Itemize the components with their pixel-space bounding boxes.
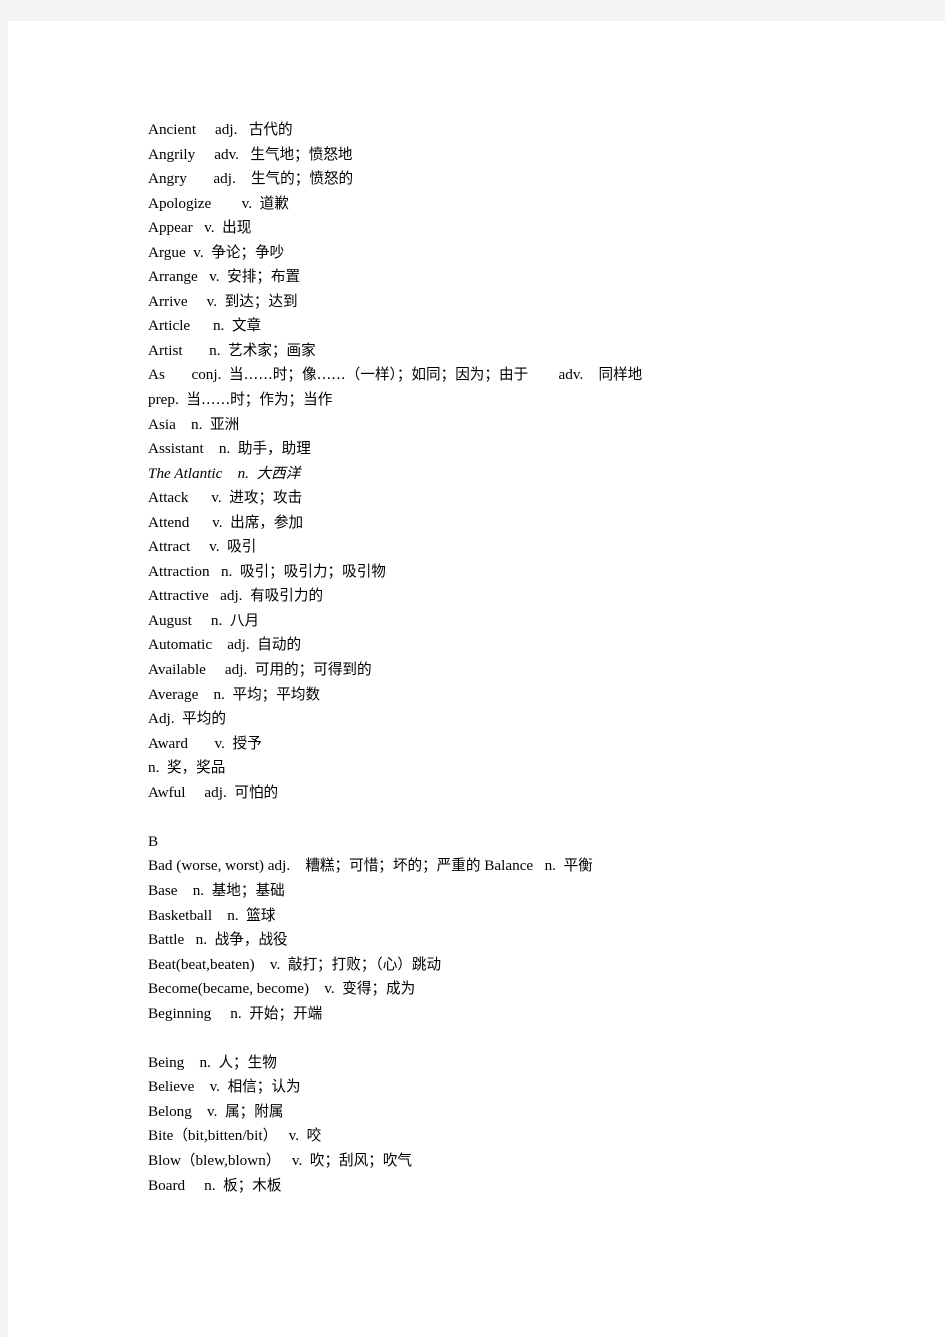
chinese-gloss: 奖，奖品 bbox=[166, 759, 226, 777]
glossary-entry: Attractive adj. 有吸引力的 bbox=[148, 587, 324, 605]
chinese-gloss: 吹；刮风；吹气 bbox=[309, 1151, 413, 1169]
chinese-gloss: 平均；平均数 bbox=[232, 685, 321, 703]
glossary-entry: Available adj. 可用的；可得到的 bbox=[148, 661, 372, 679]
glossary-entry: Apologize v. 道歉 bbox=[148, 194, 289, 212]
chinese-gloss: 当……时；像……（一样）；如同；因为；由于 bbox=[229, 366, 529, 384]
glossary-entry: Believe v. 相信；认为 bbox=[148, 1078, 301, 1096]
glossary-entry: Automatic adj. 自动的 bbox=[148, 636, 302, 654]
chinese-gloss: （ bbox=[180, 1151, 196, 1169]
chinese-gloss: 助手，助理 bbox=[237, 440, 311, 458]
glossary-entry: August n. 八月 bbox=[148, 611, 260, 629]
glossary-entry: Assistant n. 助手，助理 bbox=[148, 440, 311, 458]
chinese-gloss: 篮球 bbox=[246, 906, 276, 924]
glossary-entry: Battle n. 战争，战役 bbox=[148, 931, 288, 949]
chinese-gloss: 吸引；吸引力；吸引物 bbox=[239, 562, 386, 580]
chinese-gloss: ） bbox=[265, 1151, 281, 1169]
glossary-entry: Belong v. 属；附属 bbox=[148, 1102, 284, 1120]
glossary-entry: Bad (worse, worst) adj. 糟糕；可惜；坏的；严重的 Bal… bbox=[148, 857, 593, 875]
glossary-entry: Attraction n. 吸引；吸引力；吸引物 bbox=[148, 562, 386, 580]
glossary-entry: Asia n. 亚洲 bbox=[148, 415, 240, 433]
glossary-entry: Beat(beat,beaten) v. 敲打；打败；（心）跳动 bbox=[148, 955, 442, 973]
glossary-entry: The Atlantic n. 大西洋 bbox=[148, 464, 301, 482]
glossary-entry: Angrily adv. 生气地；愤怒地 bbox=[148, 145, 353, 163]
glossary-entry: As conj. 当……时；像……（一样）；如同；因为；由于 adv. 同样地 bbox=[148, 366, 643, 384]
glossary-entry: Become(became, become) v. 变得；成为 bbox=[148, 980, 416, 998]
glossary-entry: Board n. 板；木板 bbox=[148, 1176, 282, 1194]
chinese-gloss: 出现 bbox=[222, 219, 252, 237]
chinese-gloss: 可怕的 bbox=[234, 783, 279, 801]
chinese-gloss: 属；附属 bbox=[225, 1102, 284, 1120]
glossary-entry: Adj. 平均的 bbox=[148, 710, 226, 728]
document-page: Ancient adj. 古代的 Angrily adv. 生气地；愤怒地 Angr… bbox=[8, 21, 945, 1337]
glossary-entry: Blow（blew,blown） v. 吹；刮风；吹气 bbox=[148, 1151, 413, 1169]
glossary-entry: Being n. 人；生物 bbox=[148, 1053, 277, 1071]
chinese-gloss: 同样地 bbox=[598, 366, 643, 384]
chinese-gloss: 文章 bbox=[231, 317, 262, 335]
chinese-gloss: 可用的；可得到的 bbox=[254, 661, 372, 679]
chinese-gloss: 咬 bbox=[306, 1127, 322, 1145]
chinese-gloss: 相信；认为 bbox=[227, 1078, 301, 1096]
chinese-gloss: 艺术家；画家 bbox=[228, 341, 316, 359]
glossary-entry: Argue v. 争论；争吵 bbox=[148, 243, 285, 261]
glossary-entry: Arrive v. 到达；达到 bbox=[148, 292, 298, 310]
glossary-entry: Basketball n. 篮球 bbox=[148, 906, 276, 924]
glossary-entry: Attack v. 进攻；攻击 bbox=[148, 489, 303, 507]
chinese-gloss: 敲打；打败；（心）跳动 bbox=[287, 955, 442, 973]
chinese-gloss: 吸引 bbox=[227, 538, 257, 556]
chinese-gloss: 大西洋 bbox=[256, 464, 301, 482]
chinese-gloss: 平衡 bbox=[563, 857, 593, 875]
chinese-gloss: 板；木板 bbox=[223, 1176, 282, 1194]
glossary-entry: prep. 当……时；作为；当作 bbox=[148, 391, 333, 409]
chinese-gloss: ） bbox=[262, 1127, 278, 1145]
chinese-gloss: 到达；达到 bbox=[224, 292, 298, 310]
glossary-entry: Average n. 平均；平均数 bbox=[148, 685, 321, 703]
chinese-gloss: 出席，参加 bbox=[230, 513, 304, 531]
chinese-gloss: 糟糕；可惜；坏的；严重的 bbox=[305, 857, 481, 875]
glossary-entry: Arrange v. 安排；布置 bbox=[148, 268, 301, 286]
chinese-gloss: （ bbox=[173, 1127, 188, 1145]
chinese-gloss: 生气地；愤怒地 bbox=[250, 145, 353, 163]
glossary-entry: Angry adj. 生气的；愤怒的 bbox=[148, 170, 354, 188]
chinese-gloss: 平均的 bbox=[182, 710, 226, 728]
glossary-entry: Ancient adj. 古代的 bbox=[148, 121, 293, 138]
chinese-gloss: 亚洲 bbox=[210, 415, 240, 433]
chinese-gloss: 人；生物 bbox=[218, 1053, 277, 1071]
chinese-gloss: 当……时；作为；当作 bbox=[186, 391, 333, 409]
glossary-entry: Article n. 文章 bbox=[148, 317, 262, 335]
glossary-entry: Attract v. 吸引 bbox=[148, 538, 257, 556]
chinese-gloss: 进攻；攻击 bbox=[229, 489, 303, 507]
chinese-gloss: 安排；布置 bbox=[227, 268, 301, 286]
chinese-gloss: 古代的 bbox=[248, 121, 293, 138]
glossary-text-body: Ancient adj. 古代的 Angrily adv. 生气地；愤怒地 Angr… bbox=[148, 118, 908, 1198]
section-heading: B bbox=[148, 832, 159, 850]
chinese-gloss: 自动的 bbox=[257, 636, 302, 654]
chinese-gloss: 生气的；愤怒的 bbox=[250, 170, 354, 188]
glossary-entry: Base n. 基地；基础 bbox=[148, 881, 285, 899]
chinese-gloss: 道歉 bbox=[259, 194, 289, 212]
chinese-gloss: 授予 bbox=[232, 734, 262, 752]
glossary-entry: Awful adj. 可怕的 bbox=[148, 783, 279, 801]
glossary-entry: Artist n. 艺术家；画家 bbox=[148, 341, 316, 359]
glossary-entry: n. 奖，奖品 bbox=[148, 759, 226, 777]
chinese-gloss: 争论；争吵 bbox=[211, 243, 285, 261]
chinese-gloss: 基地；基础 bbox=[211, 881, 285, 899]
glossary-entry: Appear v. 出现 bbox=[148, 219, 252, 237]
glossary-entry: Beginning n. 开始；开端 bbox=[148, 1004, 323, 1022]
glossary-entry: Bite（bit,bitten/bit） v. 咬 bbox=[148, 1127, 322, 1145]
chinese-gloss: 变得；成为 bbox=[342, 980, 416, 998]
glossary-entry: Award v. 授予 bbox=[148, 734, 262, 752]
chinese-gloss: 战争，战役 bbox=[214, 931, 288, 949]
chinese-gloss: 八月 bbox=[229, 611, 260, 629]
glossary-entry: Attend v. 出席，参加 bbox=[148, 513, 304, 531]
chinese-gloss: 开始；开端 bbox=[249, 1004, 323, 1022]
chinese-gloss: 有吸引力的 bbox=[250, 587, 324, 605]
